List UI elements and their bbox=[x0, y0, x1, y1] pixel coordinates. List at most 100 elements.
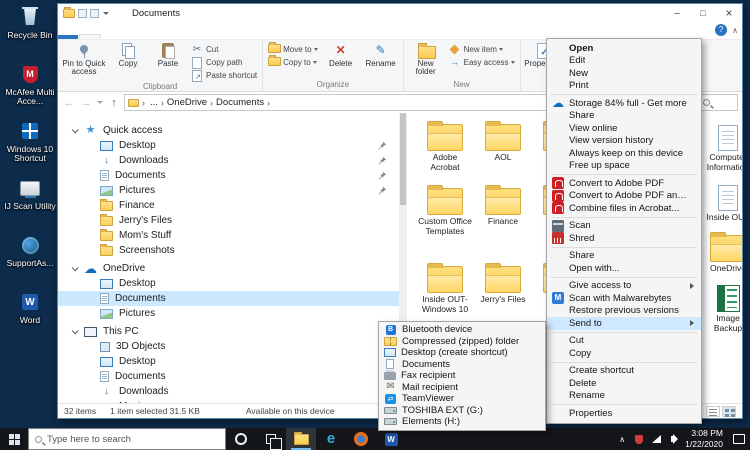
nav-item[interactable]: Documents bbox=[58, 369, 399, 384]
ribbon-tab[interactable] bbox=[79, 34, 101, 39]
delete-button[interactable]: Delete bbox=[321, 41, 361, 80]
expander-icon[interactable] bbox=[72, 264, 79, 271]
back-button[interactable] bbox=[62, 96, 76, 110]
cortana-button[interactable] bbox=[226, 428, 256, 450]
context-menu-item[interactable]: New bbox=[547, 67, 701, 80]
file-item[interactable]: Image Backup bbox=[701, 282, 742, 333]
context-menu-item[interactable]: Edit bbox=[547, 55, 701, 68]
copy-path-button[interactable]: Copy path bbox=[188, 56, 260, 69]
nav-item[interactable]: Downloads bbox=[58, 153, 399, 168]
desktop-icon[interactable]: McAfee Multi Acce... bbox=[2, 61, 58, 114]
firefox-button[interactable] bbox=[346, 428, 376, 450]
word-button[interactable] bbox=[376, 428, 406, 450]
paste-button[interactable]: Paste bbox=[148, 41, 188, 82]
send-to-menu-item[interactable]: TOSHIBA EXT (G:) bbox=[379, 405, 545, 417]
context-menu-item[interactable]: Shred bbox=[547, 232, 701, 245]
close-button[interactable] bbox=[716, 4, 742, 22]
context-menu-item[interactable]: Print bbox=[547, 80, 701, 93]
large-icons-view-button[interactable] bbox=[722, 406, 736, 417]
breadcrumb-item[interactable]: OneDrive bbox=[165, 97, 209, 108]
nav-item[interactable]: Documents bbox=[58, 291, 399, 306]
details-view-button[interactable] bbox=[706, 406, 720, 417]
context-menu-item[interactable]: Open bbox=[547, 42, 701, 55]
context-menu-item[interactable]: Cut bbox=[547, 335, 701, 348]
taskbar-search[interactable]: Type here to search bbox=[28, 428, 226, 450]
nav-item[interactable]: Jerry's Files bbox=[58, 213, 399, 228]
taskbar-clock[interactable]: 3:08 PM 1/22/2020 bbox=[685, 428, 723, 450]
scrollbar-thumb[interactable] bbox=[400, 113, 406, 205]
edge-button[interactable] bbox=[316, 428, 346, 450]
context-menu-item[interactable]: Always keep on this device bbox=[547, 147, 701, 160]
ribbon-tab[interactable] bbox=[101, 35, 121, 39]
ribbon-tab[interactable] bbox=[121, 35, 141, 39]
breadcrumb-item[interactable]: ... bbox=[148, 97, 160, 108]
context-menu-item[interactable]: Convert to Adobe PDF and EMail bbox=[547, 190, 701, 203]
nav-item[interactable]: 3D Objects bbox=[58, 339, 399, 354]
nav-item[interactable]: Desktop bbox=[58, 276, 399, 291]
desktop-icon[interactable]: Recycle Bin bbox=[2, 4, 58, 57]
copy-button[interactable]: Copy bbox=[108, 41, 148, 82]
file-explorer-button[interactable] bbox=[286, 428, 316, 450]
file-item[interactable]: Computer Information bbox=[701, 121, 742, 172]
new-item-button[interactable]: New item bbox=[446, 43, 518, 56]
desktop-icon[interactable]: Windows 10 Shortcut bbox=[2, 118, 58, 171]
context-menu-item[interactable]: Open with... bbox=[547, 262, 701, 275]
context-menu-item[interactable]: Send to bbox=[547, 317, 701, 330]
file-item[interactable]: OneDrive bbox=[701, 232, 742, 274]
desktop-icon[interactable]: Word bbox=[2, 289, 58, 342]
nav-item[interactable]: Mom's Stuff bbox=[58, 228, 399, 243]
context-menu-item[interactable]: Combine files in Acrobat... bbox=[547, 202, 701, 215]
desktop-icon[interactable]: IJ Scan Utility bbox=[2, 175, 58, 228]
start-button[interactable] bbox=[0, 428, 28, 450]
recent-locations-caret-icon[interactable] bbox=[96, 96, 104, 110]
context-menu-item[interactable]: Convert to Adobe PDF bbox=[547, 177, 701, 190]
context-menu-item[interactable]: Free up space bbox=[547, 160, 701, 173]
nav-item[interactable]: Desktop bbox=[58, 138, 399, 153]
quick-access-toolbar-icon[interactable] bbox=[90, 9, 99, 18]
expander-icon[interactable] bbox=[72, 327, 79, 334]
pin-to-quick-access-button[interactable]: Pin to Quick access bbox=[60, 41, 108, 82]
nav-item[interactable]: Pictures bbox=[58, 306, 399, 321]
task-view-button[interactable] bbox=[256, 428, 286, 450]
new-folder-button[interactable]: New folder bbox=[406, 41, 446, 80]
context-menu-item[interactable]: Delete bbox=[547, 377, 701, 390]
copy-to-button[interactable]: Copy to bbox=[265, 56, 320, 69]
send-to-menu-item[interactable]: Desktop (create shortcut) bbox=[379, 347, 545, 359]
nav-item[interactable]: This PC bbox=[58, 324, 399, 339]
send-to-menu-item[interactable]: Documents bbox=[379, 359, 545, 371]
ribbon-tab[interactable] bbox=[58, 35, 78, 39]
volume-tray-icon[interactable] bbox=[668, 433, 678, 445]
desktop-icon[interactable]: SupportAs... bbox=[2, 232, 58, 285]
maximize-button[interactable] bbox=[690, 4, 716, 22]
action-center-icon[interactable] bbox=[733, 434, 745, 444]
collapse-ribbon-icon[interactable] bbox=[732, 25, 738, 36]
network-tray-icon[interactable] bbox=[651, 433, 661, 445]
file-item[interactable]: Finance bbox=[476, 185, 530, 261]
nav-item[interactable]: Quick access bbox=[58, 123, 399, 138]
context-menu-item[interactable]: Scan bbox=[547, 220, 701, 233]
nav-item[interactable]: Screenshots bbox=[58, 243, 399, 258]
context-menu-item[interactable]: Restore previous versions bbox=[547, 305, 701, 318]
nav-item[interactable]: Desktop bbox=[58, 354, 399, 369]
send-to-menu-item[interactable]: Mail recipient bbox=[379, 382, 545, 394]
paste-shortcut-button[interactable]: Paste shortcut bbox=[188, 69, 260, 82]
easy-access-button[interactable]: Easy access bbox=[446, 56, 518, 69]
context-menu-item[interactable]: Properties bbox=[547, 407, 701, 420]
help-icon[interactable] bbox=[715, 24, 727, 36]
titlebar[interactable]: Documents bbox=[58, 4, 742, 22]
context-menu-item[interactable]: Create shortcut bbox=[547, 365, 701, 378]
nav-item[interactable]: Downloads bbox=[58, 384, 399, 399]
antivirus-tray-icon[interactable] bbox=[634, 433, 644, 445]
rename-button[interactable]: Rename bbox=[361, 41, 401, 80]
file-item[interactable]: Custom Office Templates bbox=[418, 185, 472, 261]
nav-item[interactable]: Documents bbox=[58, 168, 399, 183]
send-to-menu-item[interactable]: TeamViewer bbox=[379, 393, 545, 405]
context-menu-item[interactable]: View version history bbox=[547, 135, 701, 148]
context-menu-item[interactable]: Share bbox=[547, 250, 701, 263]
hidden-icons-caret[interactable] bbox=[617, 433, 627, 445]
context-menu-item[interactable]: Scan with Malwarebytes bbox=[547, 292, 701, 305]
nav-item[interactable]: Finance bbox=[58, 198, 399, 213]
nav-item[interactable]: Pictures bbox=[58, 183, 399, 198]
send-to-menu-item[interactable]: Elements (H:) bbox=[379, 416, 545, 428]
context-menu-item[interactable]: Rename bbox=[547, 390, 701, 403]
